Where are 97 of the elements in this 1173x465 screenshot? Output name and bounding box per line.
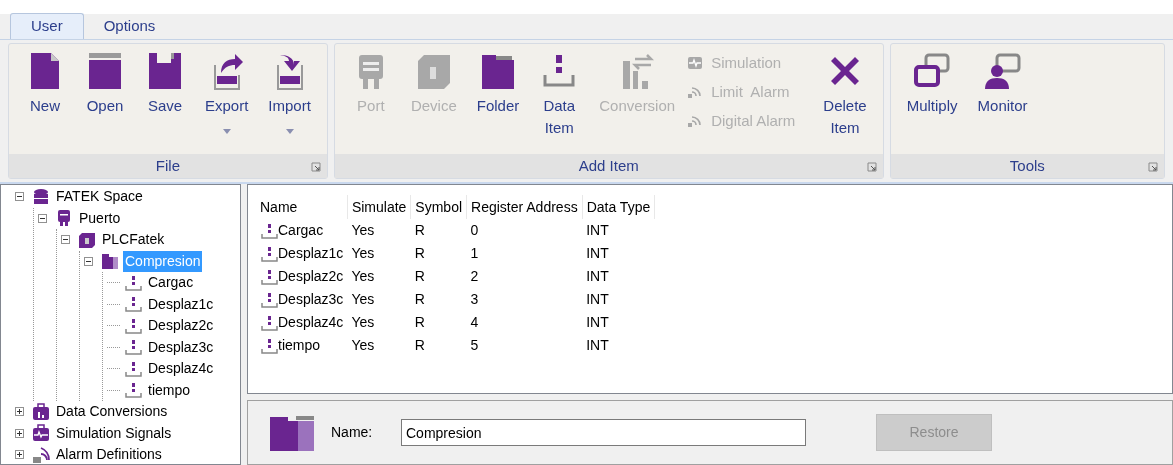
- table-cell: 0: [470, 222, 479, 238]
- tree-item[interactable]: FATEK Space: [54, 186, 145, 208]
- table-cell-text: Desplaz1c: [278, 244, 344, 263]
- data-item-icon: [260, 336, 278, 355]
- table-cell: INT: [586, 222, 609, 238]
- table-cell: INT: [586, 291, 609, 307]
- column-header[interactable]: Symbol: [410, 195, 467, 219]
- group-title: Add Item: [578, 155, 639, 176]
- table-cell: R: [414, 245, 425, 261]
- table-cell: Yes: [351, 291, 375, 307]
- data-item-icon: [260, 313, 278, 332]
- name-field[interactable]: Compresion: [401, 419, 806, 446]
- ribbon-button[interactable]: Delete Item: [815, 47, 875, 139]
- ribbon-button[interactable]: Open: [77, 47, 133, 117]
- table-cell: 5: [470, 337, 479, 353]
- toolbox-pulse-icon: [32, 424, 50, 443]
- pulse-icon: [687, 55, 704, 71]
- tree-item[interactable]: Desplaz3c: [146, 336, 216, 358]
- table-cell: INT: [586, 268, 609, 284]
- table-cell: 4: [470, 314, 479, 330]
- dialog-launcher-icon[interactable]: [310, 162, 321, 172]
- table-cell: INT: [586, 314, 609, 330]
- signal-waves-icon: [687, 113, 704, 129]
- ribbon-button[interactable]: New: [17, 47, 73, 117]
- tree-item[interactable]: Puerto: [77, 207, 123, 229]
- toolbox-chart-icon: [32, 402, 50, 421]
- database-icon: [32, 187, 50, 206]
- folder-icon: [101, 252, 119, 271]
- table-cell: R: [414, 314, 425, 330]
- collapse-icon[interactable]: [84, 256, 93, 266]
- data-item-icon: [260, 267, 278, 286]
- tree-item[interactable]: Desplaz2c: [146, 315, 216, 337]
- tree-item[interactable]: Desplaz1c: [146, 293, 216, 315]
- ribbon-tab[interactable]: Options: [83, 13, 176, 39]
- dialog-launcher-icon[interactable]: [1148, 162, 1158, 172]
- table-cell-text: Cargac: [278, 221, 324, 240]
- name-label: Name:: [331, 423, 374, 442]
- tree-item[interactable]: PLCFatek: [100, 229, 167, 251]
- data-item-icon: [124, 316, 142, 335]
- group-title: Tools: [1009, 155, 1045, 176]
- ribbon-button[interactable]: Multiply: [898, 47, 966, 117]
- column-header[interactable]: Name: [256, 195, 348, 219]
- expand-icon[interactable]: [15, 407, 24, 417]
- monitor-user-icon: [982, 51, 1023, 91]
- device-icon: [78, 230, 96, 249]
- expand-icon[interactable]: [15, 428, 24, 438]
- column-header[interactable]: Register Address: [466, 195, 583, 219]
- collapse-icon[interactable]: [38, 213, 47, 223]
- tree-item[interactable]: Simulation Signals: [54, 422, 174, 444]
- table-cell-text: Desplaz2c: [278, 267, 344, 286]
- ribbon-button[interactable]: Export: [197, 47, 257, 134]
- tree-item[interactable]: Alarm Definitions: [54, 444, 164, 464]
- table-cell: 3: [470, 291, 479, 307]
- dialog-launcher-icon[interactable]: [866, 162, 877, 172]
- column-header[interactable]: Data Type: [582, 195, 655, 219]
- tree-item[interactable]: Desplaz4c: [146, 358, 216, 380]
- table-cell: R: [414, 268, 425, 284]
- table-cell: Yes: [351, 222, 375, 238]
- table-cell: INT: [586, 337, 609, 353]
- signal-waves-icon: [687, 84, 704, 100]
- data-item-icon: [124, 338, 142, 357]
- table-cell: R: [414, 337, 425, 353]
- table-cell: Yes: [351, 245, 375, 261]
- column-header[interactable]: Simulate: [347, 195, 411, 219]
- table-cell: Yes: [351, 314, 375, 330]
- table-cell-text: tiempo: [278, 336, 321, 355]
- collapse-icon[interactable]: [15, 192, 24, 202]
- data-item-icon: [124, 359, 142, 378]
- connector-icon: [55, 209, 73, 228]
- table-cell-text: Desplaz4c: [278, 313, 344, 332]
- folder-icon: [270, 414, 314, 451]
- data-item-icon: [124, 295, 142, 314]
- data-item-icon: [124, 273, 142, 292]
- table-cell: R: [414, 222, 425, 238]
- ribbon-button[interactable]: Save: [137, 47, 193, 117]
- data-item-icon: [260, 244, 278, 263]
- ribbon-tab[interactable]: User: [10, 13, 84, 39]
- ribbon-button[interactable]: Data Item: [531, 47, 588, 139]
- ribbon-button[interactable]: Monitor: [969, 47, 1036, 117]
- tree-item[interactable]: Data Conversions: [54, 401, 170, 423]
- tree-item[interactable]: Cargac: [146, 272, 196, 294]
- table-cell: INT: [586, 245, 609, 261]
- ribbon-button[interactable]: Folder: [468, 47, 528, 117]
- expand-icon[interactable]: [15, 450, 24, 460]
- tree-item[interactable]: tiempo: [146, 379, 193, 401]
- table-cell-text: Desplaz3c: [278, 290, 344, 309]
- collapse-icon[interactable]: [61, 235, 70, 245]
- data-item-icon: [124, 381, 142, 400]
- data-item-icon: [260, 290, 278, 309]
- table-cell: Yes: [351, 337, 375, 353]
- table-cell: R: [414, 291, 425, 307]
- table-cell: 2: [470, 268, 479, 284]
- table-cell: Yes: [351, 268, 375, 284]
- group-title: File: [155, 155, 180, 176]
- data-item-icon: [260, 221, 278, 240]
- table-cell: 1: [470, 245, 479, 261]
- ribbon-button[interactable]: Import: [260, 47, 319, 134]
